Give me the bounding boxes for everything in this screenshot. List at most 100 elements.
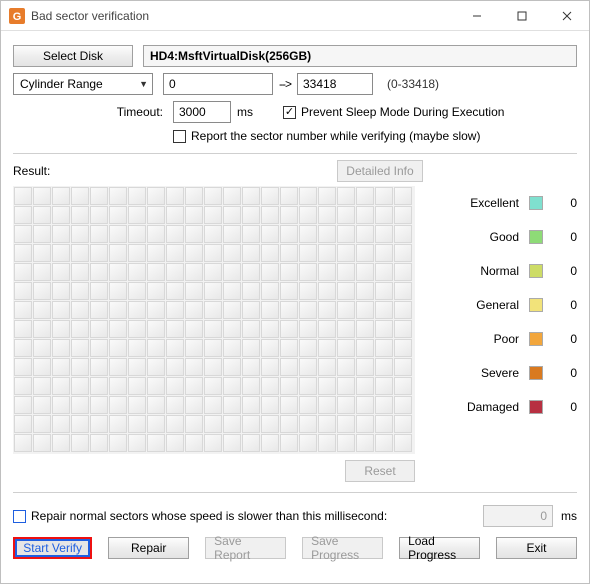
sector-cell xyxy=(128,301,146,319)
sector-cell xyxy=(299,244,317,262)
timeout-label: Timeout: xyxy=(13,105,163,119)
sector-cell xyxy=(147,187,165,205)
result-label: Result: xyxy=(13,164,50,178)
sector-cell xyxy=(299,415,317,433)
sector-cell xyxy=(90,282,108,300)
sector-cell xyxy=(280,263,298,281)
legend-row-excellent: Excellent0 xyxy=(427,186,577,220)
sector-cell xyxy=(109,282,127,300)
legend-label: Damaged xyxy=(459,400,519,414)
sector-cell xyxy=(375,434,393,452)
sector-cell xyxy=(394,377,412,395)
sector-cell xyxy=(261,358,279,376)
sector-cell xyxy=(14,282,32,300)
sector-cell xyxy=(71,263,89,281)
sector-cell xyxy=(242,225,260,243)
sector-cell xyxy=(109,434,127,452)
minimize-button[interactable] xyxy=(454,1,499,30)
sector-cell xyxy=(356,282,374,300)
sector-cell xyxy=(71,415,89,433)
report-sector-checkbox[interactable] xyxy=(173,130,186,143)
sector-cell xyxy=(166,244,184,262)
sector-cell xyxy=(375,187,393,205)
sector-cell xyxy=(128,415,146,433)
sector-cell xyxy=(337,263,355,281)
sector-cell xyxy=(261,396,279,414)
sector-cell xyxy=(242,339,260,357)
sector-cell xyxy=(280,377,298,395)
sector-cell xyxy=(299,282,317,300)
sector-cell xyxy=(166,206,184,224)
sector-cell xyxy=(223,301,241,319)
sector-cell xyxy=(318,263,336,281)
load-progress-button[interactable]: Load Progress xyxy=(399,537,480,559)
sector-cell xyxy=(242,301,260,319)
sector-cell xyxy=(375,282,393,300)
sector-cell xyxy=(14,358,32,376)
sector-cell xyxy=(128,377,146,395)
sector-cell xyxy=(261,244,279,262)
sector-cell xyxy=(14,301,32,319)
svg-text:G: G xyxy=(13,11,22,23)
sector-cell xyxy=(280,320,298,338)
sector-cell xyxy=(166,434,184,452)
sector-cell xyxy=(204,206,222,224)
range-mode-dropdown[interactable]: Cylinder Range ▼ xyxy=(13,73,153,95)
sector-cell xyxy=(128,396,146,414)
sector-cell xyxy=(147,263,165,281)
sector-cell xyxy=(71,282,89,300)
separator xyxy=(13,153,577,154)
chevron-down-icon: ▼ xyxy=(139,79,148,89)
timeout-input[interactable]: 3000 xyxy=(173,101,231,123)
close-button[interactable] xyxy=(544,1,589,30)
sector-cell xyxy=(33,415,51,433)
save-progress-button: Save Progress xyxy=(302,537,383,559)
sector-cell xyxy=(71,320,89,338)
repair-button[interactable]: Repair xyxy=(108,537,189,559)
sector-cell xyxy=(71,301,89,319)
sector-cell xyxy=(318,415,336,433)
maximize-button[interactable] xyxy=(499,1,544,30)
sector-cell xyxy=(375,320,393,338)
legend-count: 0 xyxy=(553,332,577,346)
sector-cell xyxy=(109,358,127,376)
sector-cell xyxy=(242,244,260,262)
sector-cell xyxy=(204,320,222,338)
sector-cell xyxy=(242,263,260,281)
sector-cell xyxy=(33,358,51,376)
sector-cell xyxy=(90,320,108,338)
sector-cell xyxy=(318,225,336,243)
sector-cell xyxy=(109,339,127,357)
repair-slow-checkbox[interactable] xyxy=(13,510,26,523)
select-disk-button[interactable]: Select Disk xyxy=(13,45,133,67)
sector-cell xyxy=(147,415,165,433)
exit-button[interactable]: Exit xyxy=(496,537,577,559)
sector-cell xyxy=(375,358,393,376)
range-from-input[interactable]: 0 xyxy=(163,73,273,95)
sector-cell xyxy=(394,244,412,262)
start-verify-button[interactable]: Start Verify xyxy=(13,537,92,559)
sector-cell xyxy=(71,206,89,224)
sector-cell xyxy=(14,415,32,433)
legend-label: Normal xyxy=(459,264,519,278)
prevent-sleep-checkbox[interactable] xyxy=(283,106,296,119)
sector-cell xyxy=(147,396,165,414)
save-report-button: Save Report xyxy=(205,537,286,559)
sector-cell xyxy=(337,320,355,338)
legend: Excellent0Good0Normal0General0Poor0Sever… xyxy=(427,186,577,482)
sector-cell xyxy=(261,301,279,319)
range-arrow-icon: --> xyxy=(279,77,291,91)
sector-cell xyxy=(337,282,355,300)
range-to-input[interactable]: 33418 xyxy=(297,73,373,95)
sector-cell xyxy=(356,301,374,319)
sector-cell xyxy=(109,396,127,414)
sector-cell xyxy=(90,206,108,224)
sector-cell xyxy=(299,358,317,376)
sector-cell xyxy=(318,301,336,319)
sector-cell xyxy=(242,434,260,452)
sector-cell xyxy=(185,339,203,357)
legend-row-poor: Poor0 xyxy=(427,322,577,356)
sector-cell xyxy=(356,396,374,414)
sector-cell xyxy=(356,339,374,357)
sector-cell xyxy=(185,187,203,205)
